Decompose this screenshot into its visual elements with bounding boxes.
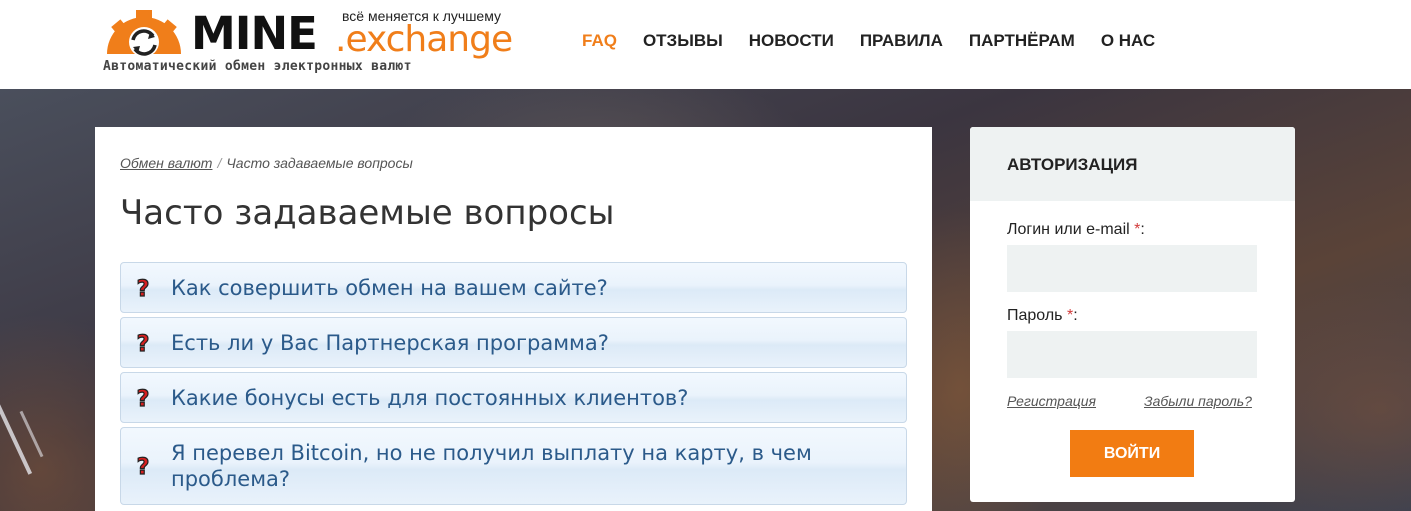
faq-question: Есть ли у Вас Партнерская программа? [171,330,609,355]
auth-panel-header: АВТОРИЗАЦИЯ [970,127,1295,201]
auth-title: АВТОРИЗАЦИЯ [1007,155,1138,174]
svg-text:?: ? [137,387,150,409]
site-header: MINE .exchange всё меняется к лучшему Ав… [0,0,1411,89]
faq-question: Я перевел Bitcoin, но не получил выплату… [171,441,812,491]
breadcrumb: Обмен валют / Часто задаваемые вопросы [120,155,413,171]
auth-panel: АВТОРИЗАЦИЯ Логин или e-mail *: Пароль *… [970,127,1295,502]
forgot-password-link[interactable]: Забыли пароль? [1144,393,1252,409]
svg-text:?: ? [137,332,150,354]
svg-text:?: ? [137,277,150,299]
nav-item-reviews[interactable]: ОТЗЫВЫ [643,30,723,52]
question-mark-icon: ? [136,455,150,477]
logo-gear-icon [107,10,181,56]
logo-subtitle: Автоматический обмен электронных валют [103,59,412,74]
site-logo[interactable]: MINE .exchange всё меняется к лучшему Ав… [103,8,523,80]
breadcrumb-separator: / [217,155,222,171]
question-mark-icon: ? [136,387,150,409]
nav-item-faq[interactable]: FAQ [582,30,617,52]
svg-text:?: ? [137,455,150,477]
faq-item[interactable]: ? Как совершить обмен на вашем сайте? [120,262,907,313]
nav-item-news[interactable]: НОВОСТИ [749,30,834,52]
faq-list: ? Как совершить обмен на вашем сайте? ? … [120,262,907,509]
faq-item[interactable]: ? Есть ли у Вас Партнерская программа? [120,317,907,368]
faq-content-card: Обмен валют / Часто задаваемые вопросы Час… [95,127,932,511]
main-nav: FAQ ОТЗЫВЫ НОВОСТИ ПРАВИЛА ПАРТНЁРАМ О Н… [582,30,1181,52]
logo-tagline: всё меняется к лучшему [342,8,502,24]
password-input[interactable] [1007,331,1257,378]
password-label-text: Пароль [1007,307,1063,324]
label-colon: : [1073,307,1078,324]
login-field-label: Логин или e-mail *: [1007,221,1145,239]
breadcrumb-home-link[interactable]: Обмен валют [120,155,212,171]
password-field-label: Пароль *: [1007,307,1078,325]
question-mark-icon: ? [136,277,150,299]
login-input[interactable] [1007,245,1257,292]
page-title: Часто задаваемые вопросы [120,193,615,233]
nav-item-about[interactable]: О НАС [1101,30,1155,52]
breadcrumb-current: Часто задаваемые вопросы [226,155,413,171]
login-button[interactable]: ВОЙТИ [1070,430,1194,477]
label-colon: : [1140,221,1145,238]
faq-question: Как совершить обмен на вашем сайте? [171,275,608,300]
question-mark-icon: ? [136,332,150,354]
nav-item-partners[interactable]: ПАРТНЁРАМ [969,30,1075,52]
logo-mine-text: MINE [191,7,318,60]
logo-exchange-text: .exchange [335,19,513,60]
faq-item[interactable]: ? Какие бонусы есть для постоянных клиен… [120,372,907,423]
faq-item[interactable]: ? Я перевел Bitcoin, но не получил выпла… [120,427,907,505]
faq-question: Какие бонусы есть для постоянных клиенто… [171,385,689,410]
nav-item-rules[interactable]: ПРАВИЛА [860,30,943,52]
register-link[interactable]: Регистрация [1007,393,1096,409]
login-label-text: Логин или e-mail [1007,221,1130,238]
background-decoration [19,410,44,458]
